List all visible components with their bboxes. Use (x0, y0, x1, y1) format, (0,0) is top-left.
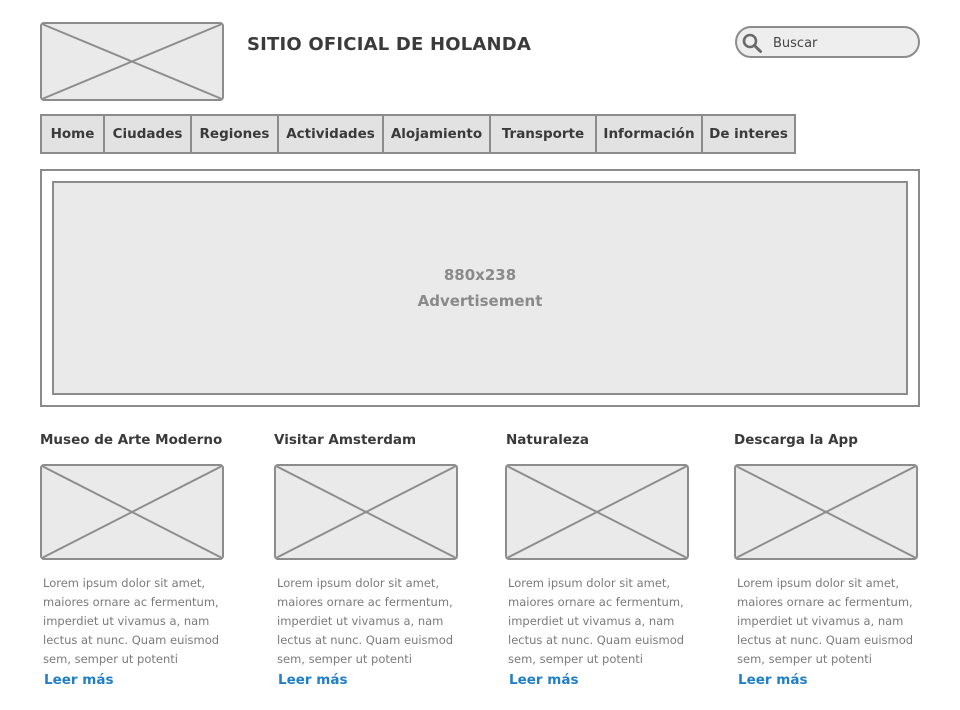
card-text-line: maiores ornare ac fermentum, (43, 595, 219, 609)
nav-item-regiones[interactable]: Regiones (192, 116, 279, 152)
image-placeholder-icon (276, 466, 456, 558)
search-box[interactable] (735, 26, 920, 58)
card-description: Lorem ipsum dolor sit amet, maiores orna… (508, 574, 698, 669)
card-text-line: imperdiet ut vivamus a, nam (737, 614, 904, 628)
card-text-line: sem, semper ut potenti (43, 652, 178, 666)
nav-item-alojamiento[interactable]: Alojamiento (384, 116, 491, 152)
card-text-line: Lorem ipsum dolor sit amet, (277, 576, 440, 590)
advertisement-placeholder: 880x238 Advertisement (52, 181, 908, 395)
card-text-line: lectus at nunc. Quam euismod (43, 633, 220, 647)
advertisement-banner[interactable]: 880x238 Advertisement (40, 169, 920, 407)
card-text-line: maiores ornare ac fermentum, (737, 595, 913, 609)
card-text-line: lectus at nunc. Quam euismod (277, 633, 454, 647)
image-placeholder-icon (736, 466, 916, 558)
nav-item-de-interes[interactable]: De interes (703, 116, 794, 152)
card-text-line: imperdiet ut vivamus a, nam (277, 614, 444, 628)
nav-item-ciudades[interactable]: Ciudades (105, 116, 192, 152)
search-icon[interactable] (741, 32, 763, 54)
card-text-line: sem, semper ut potenti (508, 652, 643, 666)
card-description: Lorem ipsum dolor sit amet, maiores orna… (277, 574, 467, 669)
card-text-line: lectus at nunc. Quam euismod (737, 633, 914, 647)
nav-item-informacion[interactable]: Información (597, 116, 703, 152)
card-title: Descarga la App (734, 432, 858, 448)
card-title: Naturaleza (506, 432, 589, 448)
image-placeholder-icon (42, 466, 222, 558)
image-placeholder-icon (42, 24, 222, 99)
card-text-line: imperdiet ut vivamus a, nam (508, 614, 675, 628)
advertisement-size: 880x238 (443, 266, 517, 284)
main-nav: Home Ciudades Regiones Actividades Aloja… (40, 114, 796, 154)
read-more-link[interactable]: Leer más (509, 672, 578, 688)
nav-item-home[interactable]: Home (42, 116, 105, 152)
card-text-line: Lorem ipsum dolor sit amet, (737, 576, 900, 590)
advertisement-label: Advertisement (417, 292, 543, 310)
nav-item-actividades[interactable]: Actividades (279, 116, 384, 152)
card-text-line: maiores ornare ac fermentum, (508, 595, 684, 609)
image-placeholder-icon (507, 466, 687, 558)
card-text-line: imperdiet ut vivamus a, nam (43, 614, 210, 628)
card-text-line: sem, semper ut potenti (277, 652, 412, 666)
read-more-link[interactable]: Leer más (44, 672, 113, 688)
nav-item-transporte[interactable]: Transporte (491, 116, 597, 152)
card-image-placeholder (274, 464, 458, 560)
read-more-link[interactable]: Leer más (738, 672, 807, 688)
card-image-placeholder (40, 464, 224, 560)
card-text-line: lectus at nunc. Quam euismod (508, 633, 685, 647)
card-text-line: Lorem ipsum dolor sit amet, (43, 576, 206, 590)
card-image-placeholder (505, 464, 689, 560)
card-description: Lorem ipsum dolor sit amet, maiores orna… (737, 574, 927, 669)
card-image-placeholder (734, 464, 918, 560)
search-input[interactable] (773, 34, 913, 52)
card-text-line: Lorem ipsum dolor sit amet, (508, 576, 671, 590)
card-title: Visitar Amsterdam (274, 432, 417, 448)
logo-image-placeholder (40, 22, 224, 101)
card-title: Museo de Arte Moderno (40, 432, 223, 448)
site-title: SITIO OFICIAL DE HOLANDA (247, 34, 532, 55)
card-text-line: maiores ornare ac fermentum, (277, 595, 453, 609)
read-more-link[interactable]: Leer más (278, 672, 347, 688)
card-text-line: sem, semper ut potenti (737, 652, 872, 666)
card-description: Lorem ipsum dolor sit amet, maiores orna… (43, 574, 233, 669)
